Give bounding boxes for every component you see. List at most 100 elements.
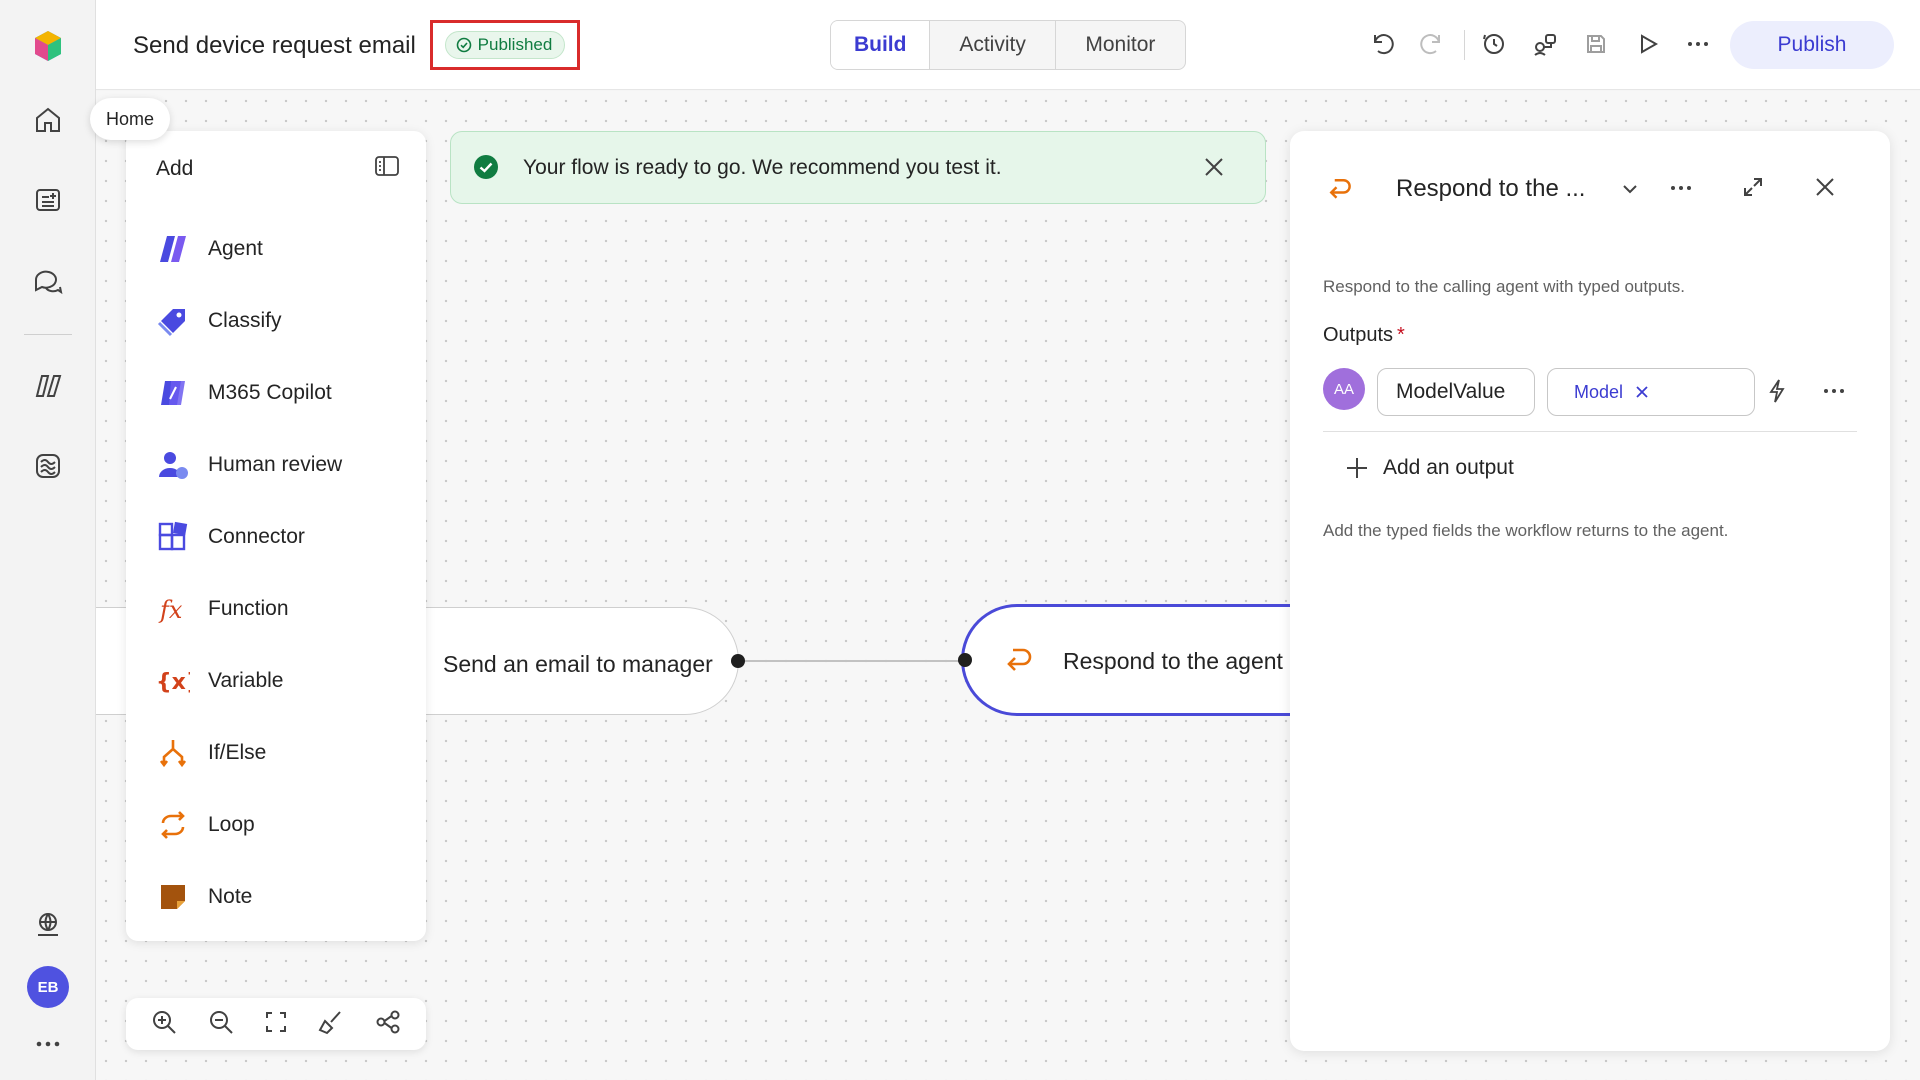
chat-icon[interactable]	[24, 257, 72, 305]
publish-button[interactable]: Publish	[1730, 21, 1894, 69]
chevron-down-icon[interactable]	[1620, 179, 1640, 199]
connector-icon	[156, 520, 190, 554]
zoom-in-icon[interactable]	[151, 1009, 177, 1040]
properties-panel: Respond to the ... Respond to the callin…	[1290, 131, 1890, 1051]
add-output-button[interactable]: Add an output	[1345, 456, 1514, 480]
connector-handle-in[interactable]	[958, 653, 972, 667]
expand-icon[interactable]	[1742, 176, 1764, 198]
tidy-up-icon[interactable]	[318, 1009, 344, 1040]
redo-icon[interactable]	[1414, 26, 1450, 62]
add-item-loop[interactable]: Loop	[156, 801, 396, 849]
add-item-if-else[interactable]: If/Else	[156, 729, 396, 777]
add-item-classify[interactable]: Classify	[156, 297, 396, 345]
panel-description: Respond to the calling agent with typed …	[1323, 277, 1685, 296]
header-bar: Send device request email Published Buil…	[96, 0, 1920, 90]
add-item-label: Human review	[208, 453, 343, 476]
output-type-chip: Model	[1574, 381, 1624, 402]
success-check-icon	[473, 154, 499, 185]
page-title: Send device request email	[133, 32, 416, 59]
share-icon[interactable]	[1527, 26, 1563, 62]
connector-handle-out[interactable]	[731, 654, 745, 668]
classify-icon	[156, 304, 190, 338]
dynamic-value-icon[interactable]	[1767, 378, 1787, 404]
left-rail: EB	[0, 0, 96, 1080]
history-icon[interactable]	[1476, 26, 1512, 62]
save-icon[interactable]	[1578, 26, 1614, 62]
tab-build[interactable]: Build	[831, 21, 931, 69]
if-else-icon	[156, 736, 190, 770]
add-item-agent[interactable]: Agent	[156, 225, 396, 273]
fit-view-icon[interactable]	[264, 1010, 288, 1039]
add-panel-title: Add	[156, 157, 194, 180]
agents-icon[interactable]	[24, 362, 72, 410]
collapse-panel-icon[interactable]	[374, 155, 400, 182]
add-panel: Add Agent Classify M365 Copilot Human re…	[126, 131, 426, 941]
tab-activity[interactable]: Activity	[930, 21, 1056, 69]
add-output-label: Add an output	[1383, 456, 1514, 479]
human-review-icon	[156, 448, 190, 482]
zoom-out-icon[interactable]	[208, 1009, 234, 1040]
add-item-human-review[interactable]: Human review	[156, 441, 396, 489]
view-tabs: Build Activity Monitor	[830, 20, 1186, 70]
status-highlight-frame: Published	[430, 20, 580, 70]
undo-icon[interactable]	[1364, 26, 1400, 62]
more-options-icon[interactable]	[1670, 185, 1692, 191]
add-item-label: Loop	[208, 813, 255, 836]
home-tooltip: Home	[90, 98, 171, 140]
tab-monitor[interactable]: Monitor	[1056, 21, 1185, 69]
close-icon[interactable]	[1203, 156, 1225, 183]
svg-text:{x}: {x}	[156, 670, 190, 695]
app-logo-icon[interactable]	[24, 22, 72, 70]
success-toast: Your flow is ready to go. We recommend y…	[450, 131, 1266, 204]
required-marker: *	[1397, 324, 1405, 346]
status-badge: Published	[444, 31, 566, 59]
plus-icon	[1347, 458, 1367, 478]
add-item-label: If/Else	[208, 741, 267, 764]
toast-message: Your flow is ready to go. We recommend y…	[523, 155, 1002, 179]
respond-icon	[1003, 644, 1035, 681]
add-item-label: Connector	[208, 525, 305, 548]
flow-node-respond-agent-label: Respond to the agent	[1063, 648, 1283, 674]
output-type-field[interactable]: Model	[1547, 368, 1755, 416]
add-item-label: Agent	[208, 237, 263, 260]
minimap-icon[interactable]	[375, 1009, 401, 1040]
add-item-label: Variable	[208, 669, 284, 692]
add-item-m365-copilot[interactable]: M365 Copilot	[156, 369, 396, 417]
more-actions-icon[interactable]	[1680, 26, 1716, 62]
variable-icon: {x}	[156, 664, 190, 698]
header-divider	[1464, 30, 1465, 60]
create-icon[interactable]	[24, 176, 72, 224]
add-item-connector[interactable]: Connector	[156, 513, 396, 561]
add-item-label: Note	[208, 885, 253, 908]
output-name-field[interactable]: ModelValue	[1377, 368, 1535, 416]
canvas-toolbar	[126, 998, 426, 1050]
agent-icon	[156, 232, 190, 266]
run-icon[interactable]	[1630, 26, 1666, 62]
avatar[interactable]: EB	[27, 966, 69, 1008]
more-icon[interactable]	[24, 1020, 72, 1068]
add-item-label: Function	[208, 597, 289, 620]
globe-icon[interactable]	[24, 900, 72, 948]
copilot-icon	[156, 376, 190, 410]
add-item-variable[interactable]: {x} Variable	[156, 657, 396, 705]
remove-type-icon[interactable]	[1635, 385, 1649, 399]
add-item-note[interactable]: Note	[156, 873, 396, 921]
note-icon	[156, 880, 190, 914]
add-item-label: Classify	[208, 309, 282, 332]
type-avatar[interactable]: AA	[1323, 368, 1365, 410]
home-icon[interactable]	[24, 96, 72, 144]
close-panel-icon[interactable]	[1814, 176, 1836, 198]
flow-node-send-email-label: Send an email to manager	[443, 651, 713, 677]
function-icon: fx	[156, 592, 190, 626]
check-circle-icon	[456, 37, 471, 53]
rail-divider	[24, 334, 72, 335]
outputs-hint: Add the typed fields the workflow return…	[1323, 521, 1729, 540]
flows-icon[interactable]	[24, 442, 72, 490]
output-more-icon[interactable]	[1823, 388, 1845, 394]
status-badge-label: Published	[477, 35, 553, 54]
panel-title: Respond to the ...	[1396, 175, 1586, 202]
add-item-function[interactable]: fx Function	[156, 585, 396, 633]
flow-connector	[738, 660, 966, 662]
respond-icon	[1326, 175, 1354, 203]
outputs-divider	[1323, 431, 1857, 432]
